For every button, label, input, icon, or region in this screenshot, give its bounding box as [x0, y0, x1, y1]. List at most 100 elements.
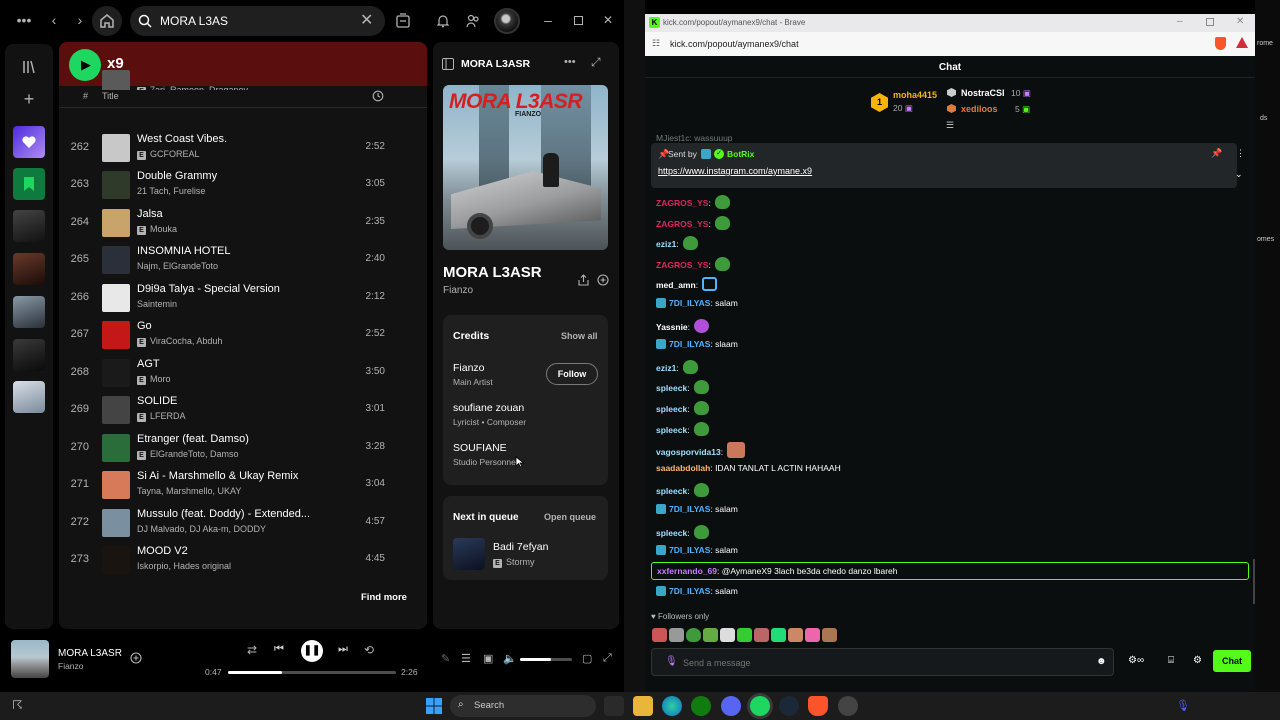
track-row[interactable]: E 7ari, Ramoon, Draganov: [59, 66, 427, 90]
friend-activity-icon[interactable]: [466, 14, 480, 28]
track-artist[interactable]: 7ari, Ramoon, Draganov: [150, 85, 248, 90]
xbox-icon[interactable]: [691, 696, 711, 716]
chat-username[interactable]: spleeck: [656, 528, 687, 538]
previous-track-icon[interactable]: ⏮: [274, 643, 284, 656]
track-title[interactable]: Double Grammy: [137, 170, 217, 182]
emote-icon[interactable]: [720, 628, 735, 642]
unpin-icon[interactable]: 📌: [1211, 148, 1222, 159]
library-icon[interactable]: [22, 60, 36, 74]
track-artist[interactable]: Iskorpio, Hades original: [137, 561, 231, 571]
notifications-bell-icon[interactable]: [437, 14, 449, 28]
fullscreen-icon[interactable]: ⤢: [603, 652, 612, 665]
track-artist[interactable]: Najm, ElGrandeToto: [137, 261, 218, 271]
spotify-icon[interactable]: [750, 696, 770, 716]
search-bar[interactable]: ✕: [130, 6, 385, 36]
track-title[interactable]: Si Ai - Marshmello & Ukay Remix: [137, 470, 298, 482]
url-text[interactable]: kick.com/popout/aymanex9/chat: [670, 39, 799, 49]
library-item-playlist-2[interactable]: [13, 253, 45, 285]
send-message-input[interactable]: [683, 655, 1063, 671]
emote-icon[interactable]: [737, 628, 752, 642]
track-artist[interactable]: DJ Malvado, DJ Aka-m, DODDY: [137, 524, 266, 534]
volume-slider[interactable]: [520, 658, 572, 661]
expand-icon[interactable]: ⤢: [591, 55, 601, 70]
emote-icon[interactable]: [754, 628, 769, 642]
track-title[interactable]: Etranger (feat. Damso): [137, 433, 249, 445]
emote-icon[interactable]: [788, 628, 803, 642]
shuffle-icon[interactable]: ⇄: [247, 643, 257, 657]
pinned-link[interactable]: https://www.instagram.com/aymane.x9: [658, 166, 812, 176]
emote-icon[interactable]: [822, 628, 837, 642]
emote-icon[interactable]: [771, 628, 786, 642]
send-chat-button[interactable]: Chat: [1213, 650, 1251, 672]
expand-pinned-icon[interactable]: ⌄: [1235, 169, 1243, 180]
queue-track-title[interactable]: Badi 7efyan: [493, 541, 548, 553]
lyrics-icon[interactable]: ✎: [441, 652, 450, 665]
next-track-icon[interactable]: ⏭: [338, 643, 348, 656]
start-icon[interactable]: [426, 698, 442, 714]
settings-icon[interactable]: [838, 696, 858, 716]
track-row[interactable]: 270 Etranger (feat. Damso) E ElGrandeToto, …: [59, 430, 427, 466]
queue-track-artist[interactable]: Stormy: [506, 557, 535, 567]
browse-icon[interactable]: [396, 13, 410, 29]
library-item-playlist-5[interactable]: [13, 381, 45, 413]
gift-box-icon[interactable]: ⌸: [1168, 655, 1174, 666]
track-artist[interactable]: 21 Tach, Furelise: [137, 186, 205, 196]
track-row[interactable]: 272 Mussulo (feat. Doddy) - Extended... DJ…: [59, 505, 427, 541]
sidebar-toggle-icon[interactable]: [442, 58, 454, 70]
task-view-icon[interactable]: [604, 696, 624, 716]
track-title[interactable]: West Coast Vibes.: [137, 133, 227, 145]
chat-username[interactable]: eziz1: [656, 239, 676, 249]
queue-icon[interactable]: ☰: [461, 652, 471, 665]
emote-icon[interactable]: [686, 628, 701, 642]
more-options-icon[interactable]: •••: [564, 56, 576, 68]
add-to-playlist-icon[interactable]: [130, 652, 142, 664]
brave-icon[interactable]: [808, 696, 828, 716]
emote-icon[interactable]: [703, 628, 718, 642]
emote-icon[interactable]: [652, 628, 667, 642]
pinned-bot-name[interactable]: BotRix: [727, 149, 754, 159]
credit-name[interactable]: Fianzo: [453, 362, 485, 374]
volume-icon[interactable]: 🔈: [503, 652, 517, 665]
track-title[interactable]: Mussulo (feat. Doddy) - Extended...: [137, 508, 310, 520]
track-row[interactable]: 265 INSOMNIA HOTEL Najm, ElGrandeToto 2:40: [59, 242, 427, 278]
steam-icon[interactable]: [779, 696, 799, 716]
chat-username[interactable]: spleeck: [656, 404, 687, 414]
chat-username[interactable]: vagosporvida13: [656, 447, 721, 457]
edge-icon[interactable]: [662, 696, 682, 716]
chat-username[interactable]: med_amn: [656, 280, 696, 290]
show-all-credits-link[interactable]: Show all: [561, 331, 598, 341]
close-window-icon[interactable]: ✕: [1236, 16, 1244, 27]
widgets-icon[interactable]: ☈: [12, 698, 23, 712]
chat-username[interactable]: Yassnie: [656, 322, 688, 332]
track-artist[interactable]: Saintemin: [137, 299, 177, 309]
microphone-tray-icon[interactable]: 🎙: [1176, 699, 1190, 712]
leaderboard-user[interactable]: NostraCSI: [961, 88, 1005, 98]
now-playing-artist[interactable]: Fianzo: [443, 285, 473, 296]
track-title[interactable]: MOOD V2: [137, 545, 188, 557]
clear-search-icon[interactable]: ✕: [360, 11, 373, 31]
track-row[interactable]: 264 Jalsa E Mouka 2:35: [59, 205, 427, 241]
forward-arrow-icon[interactable]: ›: [72, 10, 88, 30]
track-title[interactable]: Go: [137, 320, 152, 332]
share-icon[interactable]: [578, 274, 589, 286]
chat-username[interactable]: 7DI_ILYAS: [669, 545, 710, 555]
track-artist[interactable]: ViraCocha, Abduh: [150, 336, 222, 346]
follow-button[interactable]: Follow: [546, 363, 598, 385]
user-avatar[interactable]: [494, 8, 520, 34]
chat-settings-icon[interactable]: ⚙: [1193, 655, 1202, 666]
saved-episodes-icon[interactable]: [13, 168, 45, 200]
more-options-icon[interactable]: •••: [14, 10, 34, 30]
create-playlist-icon[interactable]: +: [19, 89, 39, 109]
chat-username[interactable]: spleeck: [656, 383, 687, 393]
maximize-icon[interactable]: [1206, 18, 1214, 26]
library-item-playlist-3[interactable]: [13, 296, 45, 328]
track-row[interactable]: 263 Double Grammy 21 Tach, Furelise 3:05: [59, 167, 427, 203]
pause-button[interactable]: ❚❚: [301, 640, 323, 662]
library-item-playlist-4[interactable]: [13, 339, 45, 371]
microphone-icon[interactable]: 🎙: [665, 656, 678, 667]
track-row[interactable]: 262 West Coast Vibes. E GCFOREAL 2:52: [59, 130, 427, 166]
track-artist[interactable]: Mouka: [150, 224, 177, 234]
chat-username[interactable]: ZAGROS_YS: [656, 198, 708, 208]
close-window-icon[interactable]: ✕: [600, 10, 616, 30]
now-playing-title[interactable]: MORA L3ASR: [443, 264, 542, 281]
